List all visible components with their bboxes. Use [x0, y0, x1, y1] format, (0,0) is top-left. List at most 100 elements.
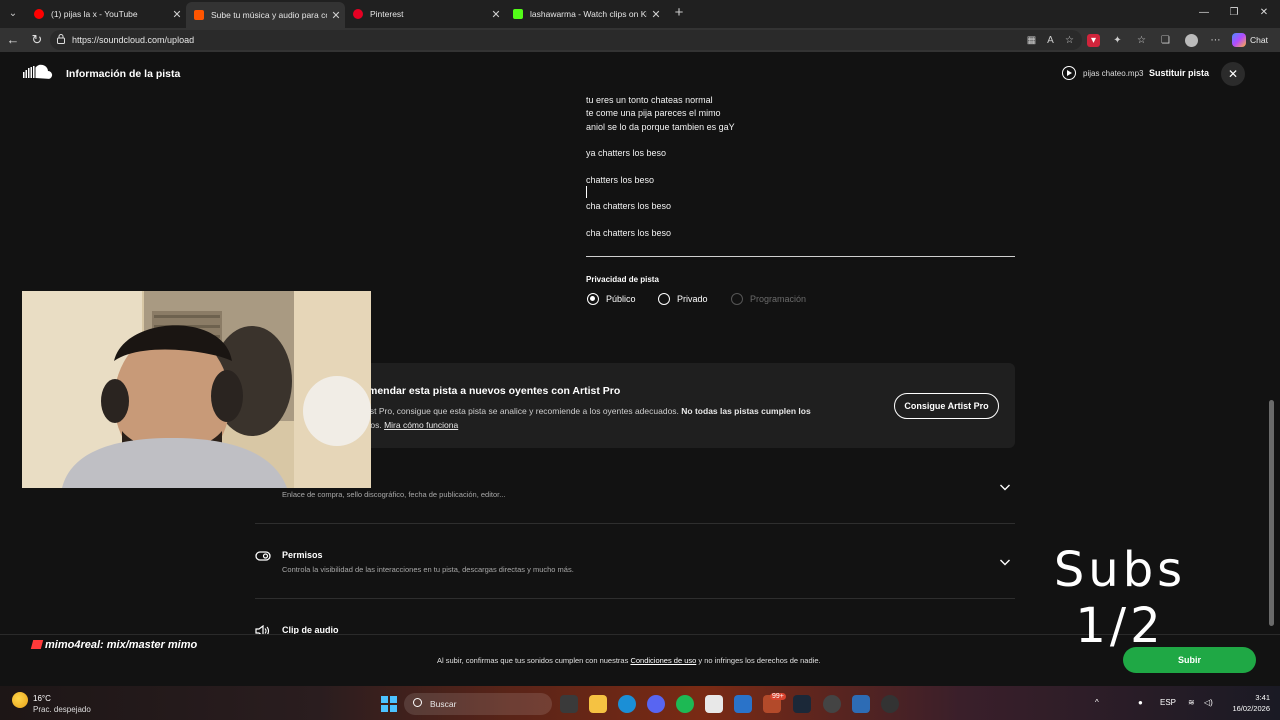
privacy-private-radio[interactable]: Privado — [658, 293, 708, 305]
artist-pro-title: mendar esta pista a nuevos oyentes con A… — [368, 385, 621, 397]
tab-soundcloud[interactable]: Sube tu música y audio para compartir ✕ — [186, 2, 345, 28]
close-icon[interactable]: ✕ — [1221, 62, 1245, 86]
microphone-icon[interactable]: ● — [1138, 698, 1143, 707]
back-arrow-icon[interactable]: ← — [4, 31, 22, 49]
description-line: te come una pija pareces el mimo — [586, 108, 721, 119]
description-line: ya chatters los beso — [586, 148, 667, 159]
scrollbar-thumb[interactable] — [1269, 400, 1274, 626]
edge-browser-icon[interactable] — [618, 695, 636, 713]
spotify-icon[interactable] — [676, 695, 694, 713]
radio-label: Programación — [750, 294, 807, 304]
copilot-icon — [1232, 33, 1246, 47]
mail-icon[interactable] — [734, 695, 752, 713]
subs-counter-overlay: Subs 1/2 — [1010, 542, 1230, 654]
permissions-title[interactable]: Permisos — [282, 550, 323, 560]
description-line: cha chatters los beso — [586, 227, 672, 238]
site-info-icon[interactable] — [57, 34, 65, 44]
streamer-overlay-label: mimo4real: mix/master mimo — [30, 639, 198, 651]
close-tab-icon[interactable]: ✕ — [327, 9, 345, 22]
windows-taskbar — [0, 686, 1280, 720]
favorites-icon[interactable]: ☆ — [1135, 34, 1148, 47]
store-icon[interactable] — [705, 695, 723, 713]
obs-icon[interactable] — [823, 695, 841, 713]
get-artist-pro-button[interactable]: Consigue Artist Pro — [894, 393, 999, 419]
weather-description: Prac. despejado — [33, 705, 91, 714]
track-info-header: Información de la pista pijas chateo.mp3… — [0, 52, 1280, 94]
description-underline — [586, 256, 1015, 257]
tab-youtube[interactable]: (1) pijas la x - YouTube ✕ — [26, 2, 186, 26]
read-aloud-icon[interactable]: A — [1044, 34, 1057, 47]
description-textarea[interactable]: tu eres un tonto chateas normal te come … — [586, 94, 1016, 240]
artist-pro-text-bold: No todas las pistas cumplen los — [681, 406, 811, 416]
browser-tab-strip: ⌄ (1) pijas la x - YouTube ✕ Sube tu mús… — [0, 0, 1280, 28]
taskbar-search-input[interactable]: Buscar — [404, 693, 552, 715]
restore-icon[interactable]: ❐ — [1224, 4, 1244, 22]
tab-title: Pinterest — [370, 9, 404, 19]
description-line — [586, 134, 1016, 147]
tab-kick[interactable]: lashawarma - Watch clips on Kick ✕ — [505, 2, 665, 26]
weather-sun-icon[interactable] — [12, 692, 28, 708]
radio-label: Privado — [677, 294, 708, 304]
notepad-icon[interactable] — [852, 695, 870, 713]
close-tab-icon[interactable]: ✕ — [647, 8, 665, 21]
steam-icon[interactable] — [793, 695, 811, 713]
new-tab-plus-icon[interactable]: + — [670, 4, 688, 22]
url-text: https://soundcloud.com/upload — [72, 35, 195, 45]
toggle-icon — [255, 551, 271, 561]
extensions-puzzle-icon[interactable]: ✦ — [1111, 34, 1124, 47]
tab-title: Sube tu música y audio para compartir — [211, 10, 327, 20]
description-line: aniol se lo da porque tambien es gaY — [586, 121, 735, 132]
description-line — [586, 187, 1016, 200]
close-tab-icon[interactable]: ✕ — [487, 8, 505, 21]
extension-icon[interactable]: ▾ — [1087, 34, 1100, 47]
soundcloud-logo-icon[interactable] — [23, 64, 55, 80]
metadata-subtitle: Enlace de compra, sello discográfico, fe… — [282, 490, 506, 499]
terms-link[interactable]: Condiciones de uso — [630, 656, 696, 665]
collections-icon[interactable]: ❏ — [1159, 34, 1172, 47]
radio-selected-icon — [587, 293, 599, 305]
legal-text-a: Al subir, confirmas que tus sonidos cump… — [437, 656, 631, 665]
profile-avatar[interactable] — [1185, 34, 1198, 47]
legal-text-b: y no infringes los derechos de nadie. — [696, 656, 821, 665]
soundcloud-icon — [194, 10, 204, 20]
play-icon[interactable] — [1062, 66, 1076, 80]
media-player-icon[interactable] — [881, 695, 899, 713]
copilot-chat-button[interactable]: Chat — [1232, 31, 1268, 49]
subs-label: Subs — [1053, 542, 1187, 598]
how-it-works-link[interactable]: Mira cómo funciona — [384, 420, 458, 430]
windows-start-icon[interactable] — [381, 696, 397, 712]
language-indicator[interactable]: ESP — [1160, 698, 1176, 707]
chat-label: Chat — [1250, 35, 1268, 45]
wifi-icon[interactable]: ≋ — [1188, 698, 1195, 707]
close-tab-icon[interactable]: ✕ — [168, 8, 186, 21]
notification-badge: 99+ — [770, 693, 786, 700]
tab-pinterest[interactable]: Pinterest ✕ — [345, 2, 505, 26]
streamer-text: mimo4real: mix/master mimo — [45, 639, 198, 651]
app-available-icon[interactable]: ▦ — [1025, 34, 1038, 47]
replace-track-button[interactable]: Sustituir pista — [1149, 68, 1209, 78]
youtube-icon — [34, 9, 44, 19]
window-close-icon[interactable]: ✕ — [1254, 4, 1274, 22]
privacy-public-radio[interactable]: Público — [587, 293, 636, 305]
tab-title: (1) pijas la x - YouTube — [51, 9, 138, 19]
discord-icon[interactable] — [647, 695, 665, 713]
artist-pro-text-a: ist Pro, consigue que esta pista se anal… — [368, 406, 682, 416]
privacy-label: Privacidad de pista — [586, 275, 659, 284]
chevron-down-icon[interactable] — [999, 481, 1011, 493]
task-view-icon[interactable] — [560, 695, 578, 713]
tab-actions-chevron-icon[interactable]: ⌄ — [4, 5, 22, 23]
page-title: Información de la pista — [66, 68, 181, 80]
text-cursor — [586, 186, 587, 198]
more-menu-icon[interactable]: ⋯ — [1209, 34, 1222, 47]
artist-pro-text: ist Pro, consigue que esta pista se anal… — [368, 405, 848, 432]
volume-icon[interactable]: ◁) — [1204, 698, 1213, 707]
minimize-icon[interactable]: — — [1194, 4, 1214, 22]
taskbar-clock[interactable]: 3:41 16/02/2026 — [1226, 692, 1270, 714]
favorite-star-icon[interactable]: ☆ — [1063, 34, 1076, 47]
refresh-icon[interactable]: ↻ — [28, 31, 46, 49]
file-explorer-icon[interactable] — [589, 695, 607, 713]
show-hidden-icons-chevron[interactable]: ^ — [1095, 698, 1099, 707]
url-field[interactable] — [50, 30, 1082, 50]
tab-title: lashawarma - Watch clips on Kick — [530, 9, 647, 19]
clock-time: 3:41 — [1255, 693, 1270, 702]
